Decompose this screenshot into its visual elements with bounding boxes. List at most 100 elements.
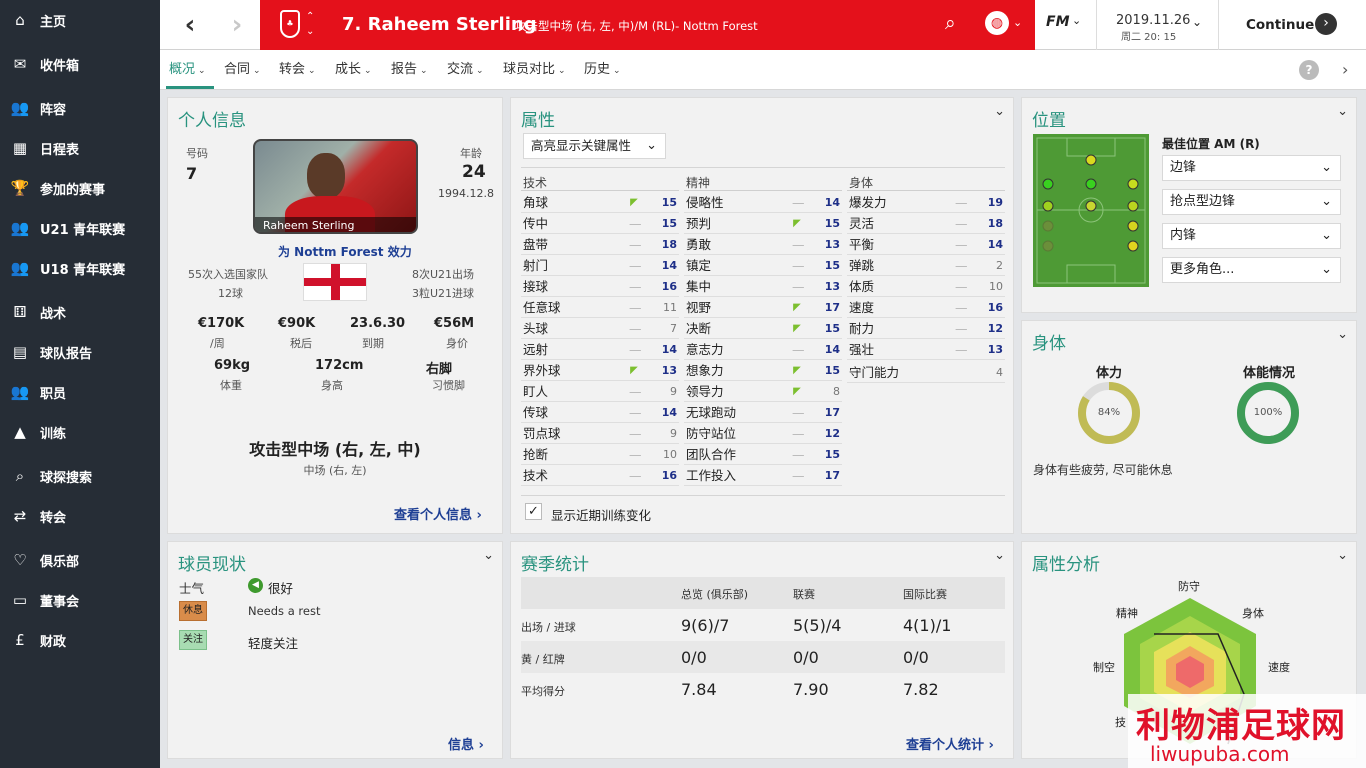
attribute-row[interactable]: 弹跳 — 2: [847, 255, 1005, 276]
sidebar-item-9[interactable]: 👥 职员: [0, 372, 160, 412]
panel-chevron-down-icon[interactable]: ⌄: [483, 548, 494, 563]
panel-chevron-down-icon[interactable]: ⌄: [1337, 327, 1348, 342]
back-arrow-icon[interactable]: ‹: [165, 0, 215, 50]
trend-flat-icon: —: [792, 405, 805, 420]
sidebar-item-15[interactable]: £ 财政: [0, 620, 160, 660]
sidebar-item-0[interactable]: ⌂ 主页: [0, 0, 160, 40]
attribute-row[interactable]: 防守站位 — 12: [684, 423, 842, 444]
attribute-row[interactable]: 侵略性 — 14: [684, 192, 842, 213]
attribute-row[interactable]: 技术 — 16: [521, 465, 679, 486]
role-dropdown-0[interactable]: 边锋 ⌄: [1162, 155, 1341, 181]
attribute-value: 15: [661, 217, 677, 230]
attribute-row[interactable]: 团队合作 — 15: [684, 444, 842, 465]
attribute-row[interactable]: 界外球 ◤ 13: [521, 360, 679, 381]
attribute-row[interactable]: 预判 ◤ 15: [684, 213, 842, 234]
tab-3[interactable]: 成长 ⌄: [335, 50, 372, 90]
attribute-row[interactable]: 传球 — 14: [521, 402, 679, 423]
attribute-row[interactable]: 头球 — 7: [521, 318, 679, 339]
panel-chevron-down-icon[interactable]: ⌄: [994, 548, 1005, 563]
sidebar-item-5[interactable]: 👥 U21 青年联赛: [0, 208, 160, 248]
globe-chevron-down-icon[interactable]: ⌄: [1013, 16, 1022, 29]
attribute-row[interactable]: 耐力 — 12: [847, 318, 1005, 339]
view-profile-link[interactable]: 查看个人信息 ›: [394, 504, 482, 523]
forward-arrow-icon[interactable]: ›: [212, 0, 262, 50]
continue-button[interactable]: Continue: [1246, 17, 1314, 33]
attribute-row[interactable]: 爆发力 — 19: [847, 192, 1005, 213]
role-dropdown-2[interactable]: 内锋 ⌄: [1162, 223, 1341, 249]
fm-menu[interactable]: FM: [1046, 14, 1070, 30]
attribute-row[interactable]: 领导力 ◤ 8: [684, 381, 842, 402]
search-icon: ⌕: [15, 467, 25, 485]
sidebar-item-7[interactable]: ⚅ 战术: [0, 292, 160, 332]
attribute-row[interactable]: 传中 — 15: [521, 213, 679, 234]
tab-0[interactable]: 概况 ⌄: [169, 50, 206, 90]
attribute-row[interactable]: 勇敢 — 13: [684, 234, 842, 255]
attribute-row[interactable]: 强壮 — 13: [847, 339, 1005, 360]
panel-chevron-down-icon[interactable]: ⌄: [1337, 548, 1348, 563]
attribute-row[interactable]: 盘带 — 18: [521, 234, 679, 255]
tactics-icon: ⚅: [13, 303, 27, 321]
u18-icon: 👥: [10, 259, 30, 277]
role-dropdown-3[interactable]: 更多角色... ⌄: [1162, 257, 1341, 283]
search-icon[interactable]: ⌕: [945, 12, 956, 34]
role-dropdown-1[interactable]: 抢点型边锋 ⌄: [1162, 189, 1341, 215]
attribute-row[interactable]: 灵活 — 18: [847, 213, 1005, 234]
attribute-row[interactable]: 平衡 — 14: [847, 234, 1005, 255]
options-chevron-right-icon[interactable]: ›: [1342, 60, 1348, 79]
attribute-row[interactable]: 速度 — 16: [847, 297, 1005, 318]
sidebar-item-11[interactable]: ⌕ 球探搜索: [0, 456, 160, 496]
tab-7[interactable]: 历史 ⌄: [584, 50, 621, 90]
attribute-row[interactable]: 角球 ◤ 15: [521, 192, 679, 213]
panel-chevron-down-icon[interactable]: ⌄: [1337, 104, 1348, 119]
attribute-row[interactable]: 盯人 — 9: [521, 381, 679, 402]
body-stat-label: 习惯脚: [432, 379, 465, 392]
plays-for-link[interactable]: 为 Nottm Forest 效力: [278, 243, 412, 260]
attribute-row[interactable]: 罚点球 — 9: [521, 423, 679, 444]
player-subtitle: 攻击型中场 (右, 左, 中)/M (RL)- Nottm Forest: [515, 19, 758, 33]
attribute-row[interactable]: 工作投入 — 17: [684, 465, 842, 486]
training-changes-checkbox[interactable]: ✓: [525, 503, 542, 520]
tab-4[interactable]: 报告 ⌄: [391, 50, 428, 90]
continue-arrow-icon[interactable]: ›: [1315, 13, 1337, 35]
season-cell: 0/0: [681, 648, 707, 667]
view-stats-link[interactable]: 查看个人统计 ›: [906, 734, 994, 753]
tab-2[interactable]: 转会 ⌄: [279, 50, 316, 90]
sidebar-item-2[interactable]: 👥 阵容: [0, 88, 160, 128]
attribute-row[interactable]: 无球跑动 — 17: [684, 402, 842, 423]
attribute-row[interactable]: 任意球 — 11: [521, 297, 679, 318]
attribute-row[interactable]: 镇定 — 15: [684, 255, 842, 276]
attribute-row[interactable]: 想象力 ◤ 15: [684, 360, 842, 381]
sidebar-item-10[interactable]: ▲ 训练: [0, 412, 160, 452]
sidebar-item-14[interactable]: ▭ 董事会: [0, 580, 160, 620]
sidebar-item-12[interactable]: ⇄ 转会: [0, 496, 160, 536]
attribute-row[interactable]: 接球 — 16: [521, 276, 679, 297]
help-icon[interactable]: ?: [1299, 60, 1319, 80]
player-switch-icon[interactable]: ⌃ ⌄: [306, 9, 314, 39]
attribute-row[interactable]: 射门 — 14: [521, 255, 679, 276]
sidebar-item-4[interactable]: 🏆 参加的赛事: [0, 168, 160, 208]
attribute-row[interactable]: 视野 ◤ 17: [684, 297, 842, 318]
tab-6[interactable]: 球员对比 ⌄: [503, 50, 566, 90]
attribute-row[interactable]: 守门能力 4: [847, 362, 1005, 383]
info-link[interactable]: 信息 ›: [448, 734, 484, 753]
season-cell: 0/0: [793, 648, 819, 667]
attribute-row[interactable]: 体质 — 10: [847, 276, 1005, 297]
sidebar-item-8[interactable]: ▤ 球队报告: [0, 332, 160, 372]
attribute-row[interactable]: 集中 — 13: [684, 276, 842, 297]
panel-chevron-down-icon[interactable]: ⌄: [994, 104, 1005, 119]
attribute-row[interactable]: 意志力 — 14: [684, 339, 842, 360]
attribute-row[interactable]: 抢断 — 10: [521, 444, 679, 465]
highlight-dropdown[interactable]: 高亮显示关键属性 ⌄: [523, 133, 666, 159]
fm-chevron-down-icon[interactable]: ⌄: [1072, 14, 1081, 27]
globe-icon[interactable]: ◍: [985, 11, 1009, 35]
sidebar-item-3[interactable]: ▦ 日程表: [0, 128, 160, 168]
tab-1[interactable]: 合同 ⌄: [224, 50, 261, 90]
attribute-value: 15: [824, 364, 840, 377]
attribute-row[interactable]: 远射 — 14: [521, 339, 679, 360]
date-chevron-down-icon[interactable]: ⌄: [1192, 15, 1202, 29]
tab-5[interactable]: 交流 ⌄: [447, 50, 484, 90]
sidebar-item-13[interactable]: ♡ 俱乐部: [0, 540, 160, 580]
sidebar-item-6[interactable]: 👥 U18 青年联赛: [0, 248, 160, 288]
attribute-row[interactable]: 决断 ◤ 15: [684, 318, 842, 339]
sidebar-item-1[interactable]: ✉ 收件箱: [0, 44, 160, 84]
